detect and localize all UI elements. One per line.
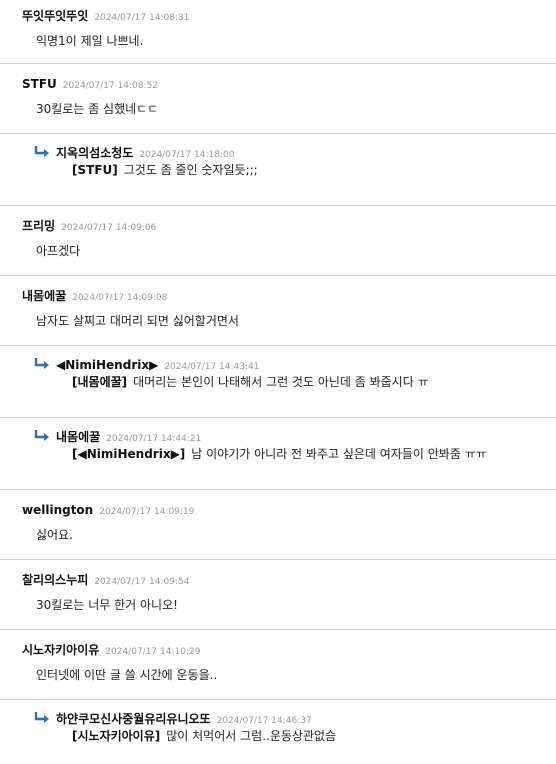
comment-text: [STFU] 그것도 좀 줄인 숫자일듯;;; xyxy=(72,161,258,178)
comment-item: 뚜잇뚜잇뚜잇 2024/07/17 14:08:31 익명1이 제일 나쁘네. xyxy=(0,0,556,64)
comment-author[interactable]: STFU xyxy=(22,77,57,91)
reply-text: 그것도 좀 줄인 숫자일듯;;; xyxy=(123,163,258,177)
reply-mention: [◀NimiHendrix▶] xyxy=(72,447,186,461)
reply-text: 많이 처먹어서 그럼..운동상관없슴 xyxy=(166,729,337,743)
reply-arrow-icon xyxy=(34,146,49,157)
comment-author[interactable]: 뚜잇뚜잇뚜잇 xyxy=(22,9,88,23)
reply-text: 대머리는 본인이 나태해서 그런 것도 아닌데 좀 봐줍시다 ㅠ xyxy=(133,375,429,389)
comment-text: 30킬로는 좀 심했네ㄷㄷ xyxy=(36,102,159,116)
reply-text: 남 이야기가 아니라 전 봐주고 싶은데 여자들이 안봐줌 ㅠㅠ xyxy=(191,447,487,461)
comment-date: 2024/07/17 14:18:00 xyxy=(139,150,235,160)
comment-header: 지옥의섬소청도 2024/07/17 14:18:00 xyxy=(34,142,234,161)
comment-header: ◀NimiHendrix▶ 2024/07/17 14:43:41 xyxy=(34,354,259,373)
comment-header: 프리밍 2024/07/17 14:09:06 xyxy=(22,215,156,234)
comment-item: wellington 2024/07/17 14:09:19 싫어요. xyxy=(0,490,556,560)
reply-item: 내몸에꿀 2024/07/17 14:44:21 [◀NimiHendrix▶] 남… xyxy=(0,418,556,490)
comment-text: 아프겠다 xyxy=(36,244,81,258)
comment-header: 내몸에꿀 2024/07/17 14:44:21 xyxy=(34,426,201,445)
comment-text: 30킬로는 너무 한거 아니오! xyxy=(36,598,178,612)
comment-date: 2024/07/17 14:10:29 xyxy=(105,647,201,657)
comment-author[interactable]: 지옥의섬소청도 xyxy=(56,146,133,160)
comment-date: 2024/07/17 14:44:21 xyxy=(106,434,202,444)
comment-date: 2024/07/17 14:08:31 xyxy=(94,13,190,23)
comment-author[interactable]: 찰리의스누피 xyxy=(22,573,88,587)
comment-date: 2024/07/17 14:09:08 xyxy=(72,293,168,303)
reply-arrow-icon xyxy=(34,430,49,441)
comment-date: 2024/07/17 14:09:54 xyxy=(94,577,190,587)
comment-header: 뚜잇뚜잇뚜잇 2024/07/17 14:08:31 xyxy=(22,5,189,24)
reply-mention: [STFU] xyxy=(72,163,118,177)
comment-date: 2024/07/17 14:46:37 xyxy=(216,716,312,726)
comment-item: 내몸에꿀 2024/07/17 14:09:08 남자도 살찌고 대머리 되면 싫… xyxy=(0,276,556,346)
comment-header: 찰리의스누피 2024/07/17 14:09:54 xyxy=(22,569,189,588)
comment-author[interactable]: 시노자키아이유 xyxy=(22,643,99,657)
comment-date: 2024/07/17 14:43:41 xyxy=(164,362,260,372)
comment-text: 인터넷에 이딴 글 쓸 시간에 운동을.. xyxy=(36,668,218,682)
reply-item: 지옥의섬소청도 2024/07/17 14:18:00 [STFU] 그것도 좀 줄… xyxy=(0,134,556,206)
reply-item: ◀NimiHendrix▶ 2024/07/17 14:43:41 [내몸에꿀] 대… xyxy=(0,346,556,418)
comment-text: [◀NimiHendrix▶] 남 이야기가 아니라 전 봐주고 싶은데 여자들이… xyxy=(72,445,487,462)
reply-arrow-icon xyxy=(34,712,49,723)
comment-header: STFU 2024/07/17 14:08:52 xyxy=(22,73,158,92)
comment-list: 뚜잇뚜잇뚜잇 2024/07/17 14:08:31 익명1이 제일 나쁘네. S… xyxy=(0,0,556,760)
reply-item: 하얀쿠모신사중월유리유니오또 2024/07/17 14:46:37 [시노자키아… xyxy=(0,700,556,760)
comment-author[interactable]: ◀NimiHendrix▶ xyxy=(56,358,158,372)
comment-header: 내몸에꿀 2024/07/17 14:09:08 xyxy=(22,285,167,304)
comment-text: [시노자키아이유] 많이 처먹어서 그럼..운동상관없슴 xyxy=(72,727,336,744)
comment-author[interactable]: 프리밍 xyxy=(22,219,55,233)
reply-mention: [시노자키아이유] xyxy=(72,729,161,743)
comment-header: wellington 2024/07/17 14:09:19 xyxy=(22,499,194,518)
comment-header: 하얀쿠모신사중월유리유니오또 2024/07/17 14:46:37 xyxy=(34,708,312,727)
comment-date: 2024/07/17 14:08:52 xyxy=(62,81,158,91)
reply-mention: [내몸에꿀] xyxy=(72,375,128,389)
comment-item: 찰리의스누피 2024/07/17 14:09:54 30킬로는 너무 한거 아니… xyxy=(0,560,556,630)
comment-author[interactable]: 내몸에꿀 xyxy=(22,289,66,303)
comment-date: 2024/07/17 14:09:19 xyxy=(99,507,195,517)
reply-arrow-icon xyxy=(34,358,49,369)
comment-author[interactable]: 내몸에꿀 xyxy=(56,430,100,444)
comment-text: 남자도 살찌고 대머리 되면 싫어할거면서 xyxy=(36,314,239,328)
comment-header: 시노자키아이유 2024/07/17 14:10:29 xyxy=(22,639,200,658)
comment-author[interactable]: 하얀쿠모신사중월유리유니오또 xyxy=(56,712,211,726)
comment-author[interactable]: wellington xyxy=(22,503,93,517)
comment-item: 시노자키아이유 2024/07/17 14:10:29 인터넷에 이딴 글 쓸 시… xyxy=(0,630,556,700)
comment-text: [내몸에꿀] 대머리는 본인이 나태해서 그런 것도 아닌데 좀 봐줍시다 ㅠ xyxy=(72,373,429,390)
comment-date: 2024/07/17 14:09:06 xyxy=(61,223,157,233)
comment-text: 싫어요. xyxy=(36,528,73,542)
comment-text: 익명1이 제일 나쁘네. xyxy=(36,34,144,48)
comment-item: STFU 2024/07/17 14:08:52 30킬로는 좀 심했네ㄷㄷ xyxy=(0,64,556,134)
comment-item: 프리밍 2024/07/17 14:09:06 아프겠다 xyxy=(0,206,556,276)
